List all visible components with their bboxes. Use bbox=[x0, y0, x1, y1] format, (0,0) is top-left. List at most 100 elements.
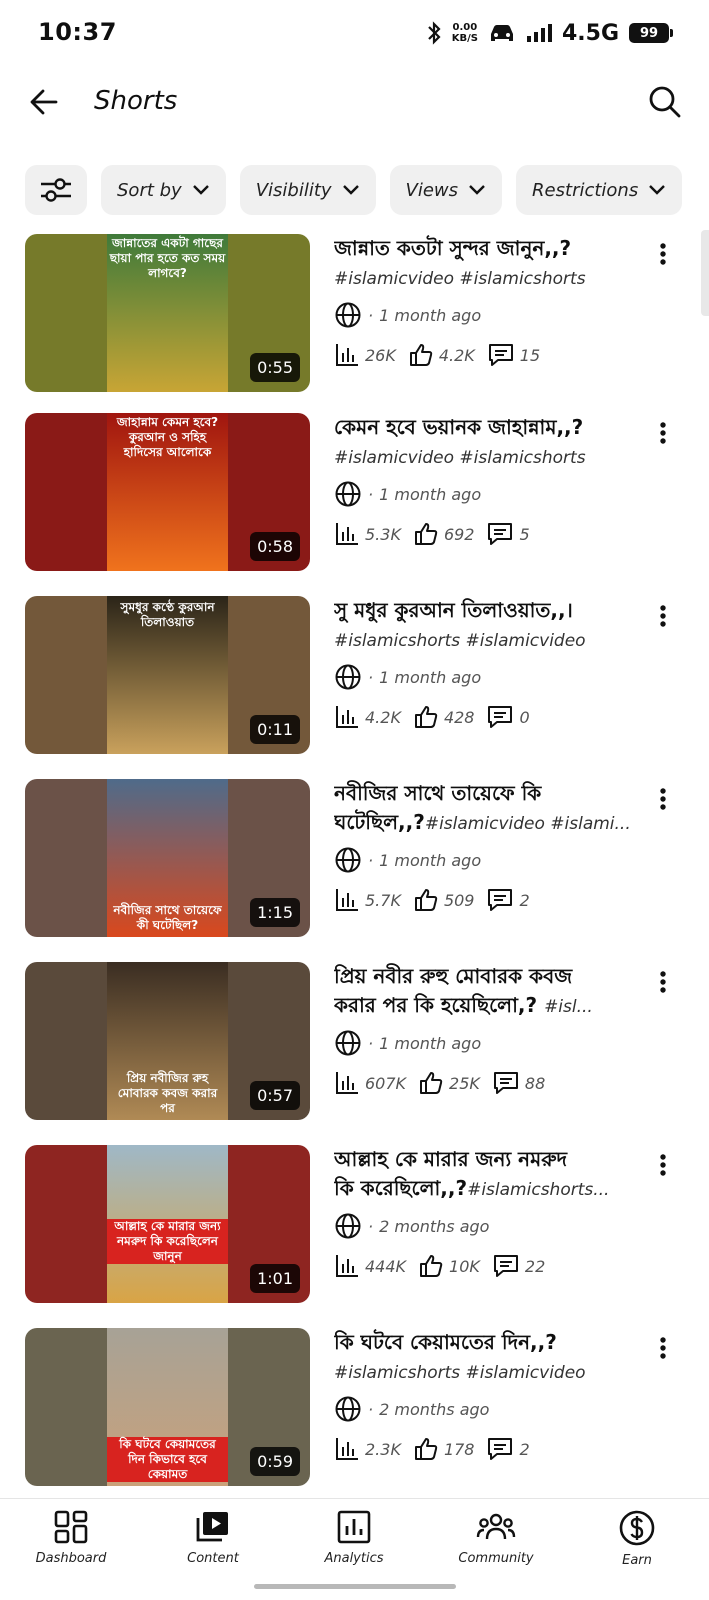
nav-analytics[interactable]: Analytics bbox=[294, 1509, 414, 1566]
nav-earn[interactable]: Earn bbox=[577, 1509, 697, 1568]
thumbnail-art: কি ঘটবে কেয়ামতের দিন কিভাবে হবে কেয়ামত bbox=[107, 1328, 228, 1486]
like-count: 10K bbox=[449, 1256, 480, 1276]
filter-sliders-icon bbox=[41, 178, 71, 202]
view-count: 4.2K bbox=[365, 707, 401, 727]
video-list-item[interactable]: প্রিয় নবীজির রুহ মোবারক কবজ করার পর 0:5… bbox=[0, 962, 709, 1120]
nav-analytics-label: Analytics bbox=[324, 1551, 384, 1566]
video-tags: #islamicshorts #islamicvideo #vir... bbox=[334, 1363, 586, 1383]
video-thumbnail[interactable]: নবীজির সাথে তায়েফে কী ঘটেছিল? 1:15 bbox=[25, 779, 310, 937]
stats-row: 607K 25K 88 bbox=[334, 1068, 634, 1098]
thumbnail-caption: নবীজির সাথে তায়েফে কী ঘটেছিল? bbox=[113, 903, 222, 932]
video-duration: 0:58 bbox=[250, 532, 300, 561]
views-chart-icon bbox=[336, 1438, 358, 1460]
sort-by-chip[interactable]: Sort by bbox=[101, 165, 226, 215]
more-options-button[interactable] bbox=[651, 1328, 675, 1368]
thumbnail-caption: কি ঘটবে কেয়ামতের দিন কিভাবে হবে কেয়ামত bbox=[107, 1437, 228, 1482]
earn-icon bbox=[619, 1510, 655, 1546]
thumbs-up-icon bbox=[420, 1255, 443, 1277]
home-indicator[interactable] bbox=[254, 1584, 456, 1589]
video-title[interactable]: সু মধুর কুরআন তিলাওয়াত,,। #islamicshorts… bbox=[334, 596, 634, 654]
video-thumbnail[interactable]: আল্লাহ কে মারার জন্য নমরুদ কি করেছিলেন জ… bbox=[25, 1145, 310, 1303]
view-count: 444K bbox=[365, 1256, 407, 1276]
video-thumbnail[interactable]: প্রিয় নবীজির রুহ মোবারক কবজ করার পর 0:5… bbox=[25, 962, 310, 1120]
more-options-button[interactable] bbox=[651, 234, 675, 274]
visibility-chip[interactable]: Visibility bbox=[239, 165, 376, 215]
video-list-item[interactable]: জাহান্নাম কেমন হবে? কুরআন ও সহিহ হাদিসের… bbox=[0, 413, 709, 571]
more-options-button[interactable] bbox=[651, 779, 675, 819]
upload-age: 2 months ago bbox=[379, 1216, 490, 1236]
video-title[interactable]: কেমন হবে ভয়ানক জাহান্নাম,,? #islamicvide… bbox=[334, 413, 634, 471]
video-list-item[interactable]: নবীজির সাথে তায়েফে কী ঘটেছিল? 1:15 নবীজ… bbox=[0, 779, 709, 937]
bluetooth-icon bbox=[427, 21, 441, 45]
video-title[interactable]: প্রিয় নবীর রুহু মোবারক কবজ করার পর কি হয… bbox=[334, 962, 634, 1020]
nav-community[interactable]: Community bbox=[436, 1509, 556, 1566]
video-tags: #islamicshorts #islamicvideo #vir... bbox=[334, 631, 586, 651]
separator-dot: · bbox=[368, 305, 374, 325]
signal-icon bbox=[526, 24, 552, 42]
video-title-line2: কি করেছিলো,,? bbox=[334, 1176, 468, 1200]
video-title[interactable]: আল্লাহ কে মারার জন্য নমরুদ কি করেছিলো,,?#… bbox=[334, 1145, 634, 1203]
nav-dashboard[interactable]: Dashboard bbox=[11, 1509, 131, 1566]
back-button[interactable] bbox=[24, 82, 64, 122]
video-list-item[interactable]: কি ঘটবে কেয়ামতের দিন কিভাবে হবে কেয়ামত… bbox=[0, 1328, 709, 1486]
view-count: 5.3K bbox=[365, 524, 401, 544]
video-title[interactable]: কি ঘটবে কেয়ামতের দিন,,? #islamicshorts #… bbox=[334, 1328, 634, 1386]
scroll-edge-indicator[interactable] bbox=[701, 230, 709, 316]
separator-dot: · bbox=[368, 850, 374, 870]
video-list-item[interactable]: আল্লাহ কে মারার জন্য নমরুদ কি করেছিলেন জ… bbox=[0, 1145, 709, 1303]
thumbs-up-icon bbox=[414, 889, 438, 911]
video-tags: #islamicshorts... bbox=[467, 1180, 610, 1200]
more-options-button[interactable] bbox=[651, 962, 675, 1002]
comment-icon bbox=[488, 344, 513, 366]
search-button[interactable] bbox=[643, 80, 687, 124]
video-list-item[interactable]: জান্নাতের একটা গাছের ছায়া পার হতে কত সম… bbox=[0, 234, 709, 392]
views-chip[interactable]: Views bbox=[389, 165, 503, 215]
video-title-text: সু মধুর কুরআন তিলাওয়াত,,। bbox=[334, 598, 573, 622]
video-title[interactable]: জান্নাত কতটা সুন্দর জানুন,,? #islamicvide… bbox=[334, 234, 634, 292]
views-chart-icon bbox=[336, 706, 358, 728]
search-icon bbox=[649, 86, 681, 118]
video-title-line1: প্রিয় নবীর রুহু মোবারক কবজ bbox=[334, 964, 573, 988]
comment-count: 88 bbox=[524, 1073, 546, 1093]
thumbs-up-icon bbox=[414, 523, 438, 545]
network-type: 4.5G bbox=[561, 20, 619, 46]
more-options-button[interactable] bbox=[651, 596, 675, 636]
community-icon bbox=[476, 1513, 516, 1540]
battery-level: 99 bbox=[639, 25, 659, 41]
video-title-text: কি ঘটবে কেয়ামতের দিন,,? bbox=[334, 1330, 557, 1354]
thumbnail-art: প্রিয় নবীজির রুহ মোবারক কবজ করার পর bbox=[107, 962, 228, 1120]
globe-icon bbox=[335, 1213, 361, 1239]
comment-count: 0 bbox=[519, 707, 530, 727]
thumbnail-caption: জাহান্নাম কেমন হবে? কুরআন ও সহিহ হাদিসের… bbox=[116, 415, 219, 459]
dashboard-icon bbox=[54, 1510, 88, 1544]
filter-settings-button[interactable] bbox=[25, 165, 87, 215]
nav-content-label: Content bbox=[187, 1551, 239, 1566]
nav-earn-label: Earn bbox=[622, 1553, 652, 1568]
comment-icon bbox=[493, 1072, 518, 1094]
visibility-row: · 1 month ago bbox=[334, 845, 634, 875]
visibility-row: · 1 month ago bbox=[334, 662, 634, 692]
video-thumbnail[interactable]: জান্নাতের একটা গাছের ছায়া পার হতে কত সম… bbox=[25, 234, 310, 392]
restrictions-chip[interactable]: Restrictions bbox=[516, 165, 683, 215]
net-speed: 0.00 KB/S bbox=[452, 22, 478, 44]
status-time: 10:37 bbox=[38, 18, 117, 46]
video-title[interactable]: নবীজির সাথে তায়েফে কি ঘটেছিল,,?#islamicv… bbox=[334, 779, 634, 837]
video-thumbnail[interactable]: সুমধুর কণ্ঠে কুরআন তিলাওয়াত 0:11 bbox=[25, 596, 310, 754]
stats-row: 2.3K 178 2 bbox=[334, 1434, 634, 1464]
thumbs-up-icon bbox=[420, 1072, 443, 1094]
video-meta: নবীজির সাথে তায়েফে কি ঘটেছিল,,?#islamicv… bbox=[334, 779, 634, 915]
filter-row: Sort by Visibility Views Restrictions bbox=[25, 165, 683, 215]
like-count: 4.2K bbox=[438, 345, 475, 365]
more-options-button[interactable] bbox=[651, 413, 675, 453]
comment-count: 2 bbox=[519, 1439, 530, 1459]
video-thumbnail[interactable]: জাহান্নাম কেমন হবে? কুরআন ও সহিহ হাদিসের… bbox=[25, 413, 310, 571]
like-count: 25K bbox=[449, 1073, 480, 1093]
nav-content[interactable]: Content bbox=[153, 1509, 273, 1566]
more-options-button[interactable] bbox=[651, 1145, 675, 1185]
globe-icon bbox=[335, 1030, 361, 1056]
video-tags: #islamicvideo #islami... bbox=[424, 814, 631, 834]
video-thumbnail[interactable]: কি ঘটবে কেয়ামতের দিন কিভাবে হবে কেয়ামত… bbox=[25, 1328, 310, 1486]
video-list-item[interactable]: সুমধুর কণ্ঠে কুরআন তিলাওয়াত 0:11 সু মধু… bbox=[0, 596, 709, 754]
separator-dot: · bbox=[368, 484, 374, 504]
upload-age: 1 month ago bbox=[379, 1033, 482, 1053]
